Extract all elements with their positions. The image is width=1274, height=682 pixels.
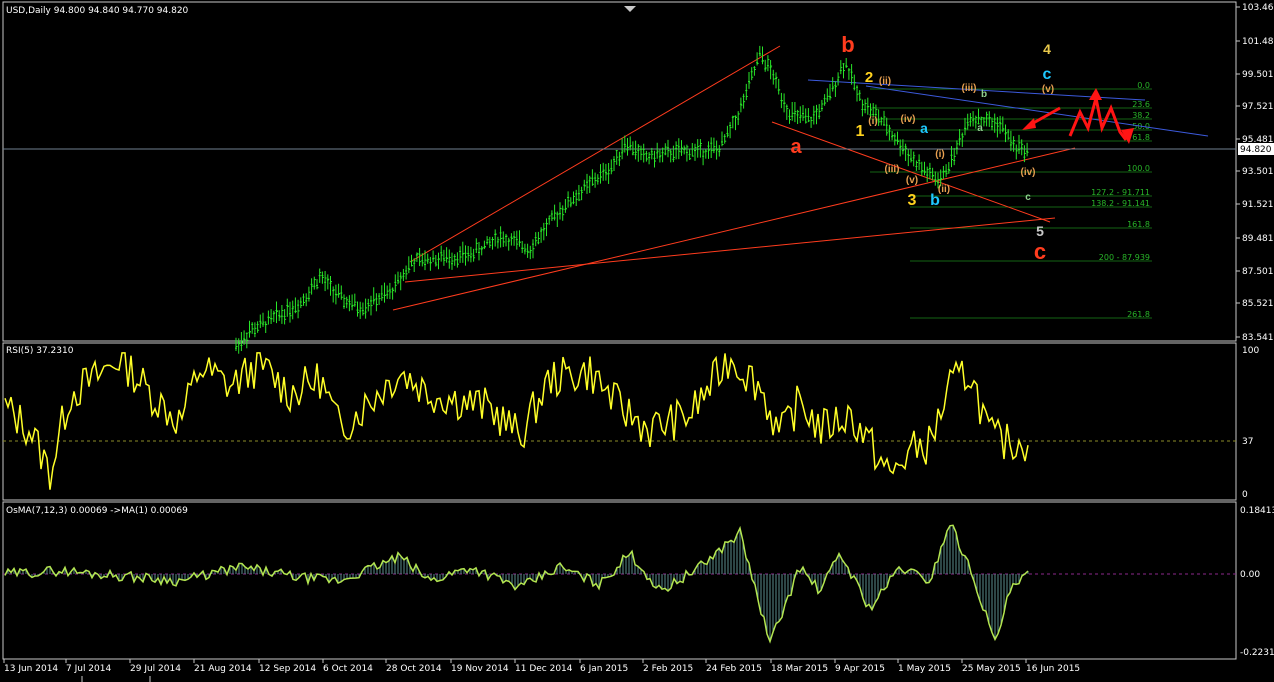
rsi-tick-label: 37 <box>1242 437 1253 447</box>
time-tick-label: 13 Jun 2014 <box>4 664 58 674</box>
main-header: USD,Daily 94.800 94.840 94.770 94.820 <box>6 6 189 16</box>
time-tick-label: 21 Aug 2014 <box>194 664 252 674</box>
wave-label: (v) <box>906 175 918 186</box>
price-tick-label: 87.501 <box>1242 267 1274 277</box>
price-tick-label: 99.501 <box>1242 70 1274 80</box>
time-tick-label: 6 Oct 2014 <box>323 664 373 674</box>
wave-label: (iii) <box>962 83 977 94</box>
price-tick-label: 85.521 <box>1242 299 1274 309</box>
time-tick-label: 7 Jul 2014 <box>66 664 111 674</box>
osma-tick-label: -0.22312 <box>1240 648 1274 658</box>
rsi-tick-label: 0 <box>1242 490 1248 500</box>
wave-label: 5 <box>1036 223 1044 239</box>
fib-level-label: 0.0 <box>1137 81 1150 90</box>
wave-label: (ii) <box>879 76 891 87</box>
fib-level-label: 200 - 87.939 <box>1099 253 1150 262</box>
wave-label: 1 <box>856 123 865 140</box>
price-tick-label: 97.521 <box>1242 102 1274 112</box>
time-tick-label: 16 Jun 2015 <box>1026 664 1080 674</box>
price-tick-label: 89.481 <box>1242 234 1274 244</box>
time-tick-label: 12 Sep 2014 <box>259 664 316 674</box>
time-tick-label: 11 Dec 2014 <box>515 664 573 674</box>
wave-label: (iv) <box>901 114 916 125</box>
wave-label: (iii) <box>885 164 900 175</box>
wave-label: b <box>981 89 987 100</box>
time-tick-label: 19 Nov 2014 <box>451 664 509 674</box>
osma-tick-label: 0.18413 <box>1240 506 1274 516</box>
fib-level-label: 100.0 <box>1127 164 1150 173</box>
wave-label: c <box>1025 192 1031 203</box>
wave-label: b <box>841 32 854 57</box>
fib-level-label: 161.8 <box>1127 220 1150 229</box>
wave-label: a <box>977 123 983 134</box>
time-tick-label: 2 Feb 2015 <box>643 664 693 674</box>
fib-level-label: 61.8 <box>1132 133 1150 142</box>
current-price-label: 94.820 <box>1240 145 1272 155</box>
time-tick-label: 9 Apr 2015 <box>835 664 885 674</box>
price-tick-label: 91.521 <box>1242 200 1274 210</box>
time-tick-label: 1 May 2015 <box>898 664 951 674</box>
wave-label: c <box>1034 239 1046 264</box>
time-tick-label: 18 Mar 2015 <box>771 664 828 674</box>
time-tick-label: 28 Oct 2014 <box>386 664 442 674</box>
price-tick-label: 101.481 <box>1242 37 1274 47</box>
rsi-tick-label: 100 <box>1242 346 1259 356</box>
wave-label: 4 <box>1043 41 1051 57</box>
osma-tick-label: 0.00 <box>1240 570 1260 580</box>
time-tick-label: 29 Jul 2014 <box>130 664 181 674</box>
price-tick-label: 93.501 <box>1242 167 1274 177</box>
fib-level-label: 38.2 <box>1132 111 1150 120</box>
fib-level-label: 23.6 <box>1132 100 1150 109</box>
osma-header: OsMA(7,12,3) 0.00069 ->MA(1) 0.00069 <box>6 506 188 516</box>
price-tick-label: 83.541 <box>1242 333 1274 343</box>
wave-label: a <box>920 120 928 136</box>
wave-label: (iv) <box>1021 167 1036 178</box>
chart-window: 0.023.638.250.061.8100.0127.2 - 91.71113… <box>0 0 1274 682</box>
wave-label: 2 <box>865 69 873 86</box>
fib-level-label: 138.2 - 91.141 <box>1091 199 1150 208</box>
wave-label: b <box>930 192 940 209</box>
time-tick-label: 25 May 2015 <box>962 664 1021 674</box>
price-tick-label: 103.461 <box>1242 3 1274 13</box>
rsi-header: RSI(5) 37.2310 <box>6 346 74 356</box>
time-tick-label: 6 Jan 2015 <box>580 664 628 674</box>
wave-label: (v) <box>1042 84 1054 95</box>
fib-level-label: 261.8 <box>1127 310 1150 319</box>
fib-level-label: 127.2 - 91.711 <box>1091 188 1150 197</box>
time-tick-label: 24 Feb 2015 <box>706 664 762 674</box>
wave-label: c <box>1043 66 1052 83</box>
wave-label: a <box>790 136 802 158</box>
wave-label: (i) <box>935 149 944 160</box>
wave-label: 3 <box>908 192 917 209</box>
wave-label: (i) <box>868 116 877 127</box>
